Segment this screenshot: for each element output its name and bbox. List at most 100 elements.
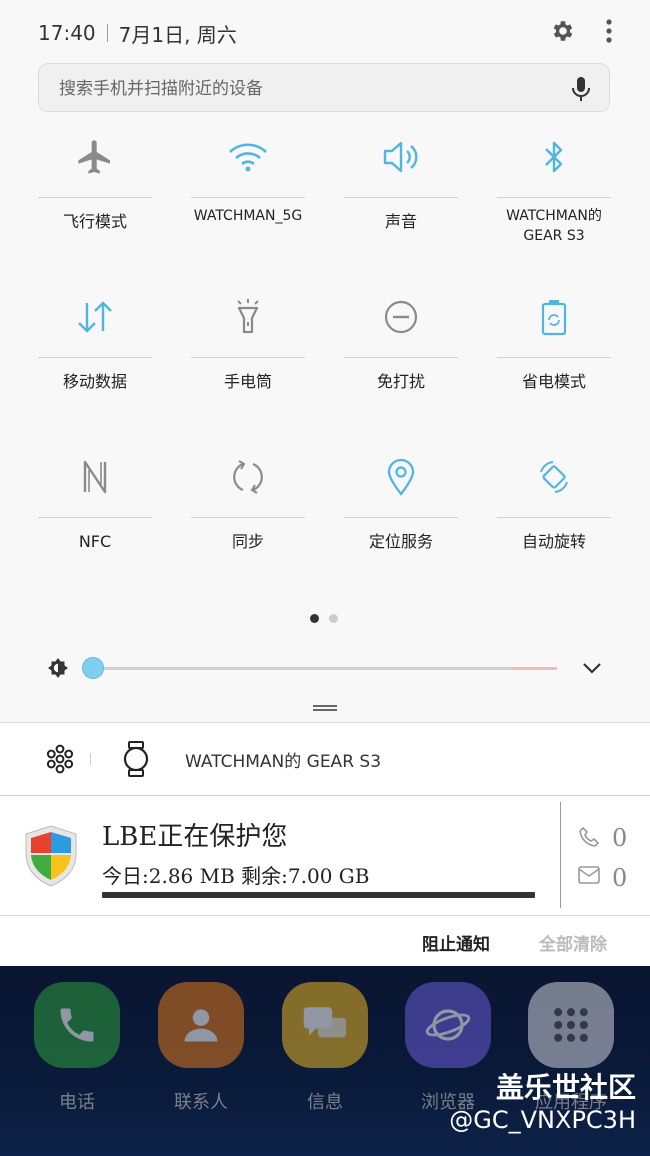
lbe-divider bbox=[560, 802, 561, 908]
battery-saver-icon bbox=[497, 280, 611, 354]
browser-icon bbox=[405, 982, 491, 1068]
brightness-control bbox=[0, 640, 650, 696]
brightness-slider-track[interactable] bbox=[92, 667, 557, 670]
clear-all-button[interactable]: 全部清除 bbox=[539, 930, 607, 955]
date: 7月1日, 周六 bbox=[118, 22, 237, 47]
tile-divider bbox=[191, 197, 305, 198]
lbe-notification[interactable]: LBE正在保护您 今日:2.86 MB 剩余:7.00 GB 0 0 bbox=[0, 796, 650, 916]
tile-label: 自动旋转 bbox=[521, 532, 586, 551]
tile-divider bbox=[344, 357, 458, 358]
data-usage-bar bbox=[102, 892, 535, 898]
tile-label: WATCHMAN_5G bbox=[193, 208, 303, 224]
auto-rotate-icon bbox=[497, 440, 611, 514]
device-search-bar[interactable] bbox=[38, 63, 610, 113]
app-label: 信息 bbox=[307, 1092, 343, 1113]
tile-label: 同步 bbox=[231, 532, 264, 551]
tile-divider bbox=[38, 197, 152, 198]
location-icon bbox=[344, 440, 458, 514]
drag-handle[interactable] bbox=[313, 705, 337, 711]
dock-app-messages[interactable]: 信息 bbox=[281, 982, 369, 1114]
watermark-handle: @GC_VNXPC3H bbox=[449, 1106, 636, 1134]
home-screen-dock: 电话 联系人 信息 浏览器 应用程序 盖乐世社区 @GC_VNXPC3H bbox=[0, 966, 650, 1156]
messages-icon bbox=[282, 982, 368, 1068]
status-bar: 17:40 7月1日, 周六 bbox=[38, 18, 612, 48]
bluetooth-icon bbox=[497, 120, 611, 194]
page-dot-active[interactable] bbox=[310, 614, 319, 623]
notification-area: WATCHMAN的 GEAR S3 LBE正在保护您 今日:2.86 MB 剩余… bbox=[0, 722, 650, 966]
tile-label: WATCHMAN的 GEAR S3 bbox=[506, 208, 602, 244]
tile-airplane-mode[interactable]: 飞行模式 bbox=[38, 120, 152, 270]
watch-icon bbox=[122, 741, 150, 781]
sync-icon bbox=[191, 440, 305, 514]
tile-divider bbox=[497, 197, 611, 198]
tile-divider bbox=[344, 197, 458, 198]
tile-nfc[interactable]: NFC bbox=[38, 440, 152, 590]
tile-location[interactable]: 定位服务 bbox=[344, 440, 458, 590]
microphone-icon[interactable] bbox=[571, 76, 591, 106]
tile-divider bbox=[497, 517, 611, 518]
airplane-icon bbox=[38, 120, 152, 194]
brightness-slider-limit bbox=[512, 667, 557, 670]
tile-label: 免打扰 bbox=[376, 372, 425, 391]
sms-icon bbox=[578, 866, 600, 890]
search-input[interactable] bbox=[57, 64, 541, 113]
speaker-icon bbox=[344, 120, 458, 194]
call-log-icon bbox=[578, 826, 600, 852]
app-label: 联系人 bbox=[174, 1092, 228, 1113]
mobile-data-icon bbox=[38, 280, 152, 354]
notification-divider bbox=[90, 753, 91, 765]
status-divider bbox=[106, 24, 108, 42]
dock-app-phone[interactable]: 电话 bbox=[33, 982, 121, 1114]
contacts-icon bbox=[158, 982, 244, 1068]
tile-label: 声音 bbox=[384, 212, 417, 231]
notification-actions: 阻止通知 全部清除 bbox=[0, 916, 650, 966]
brightness-icon bbox=[46, 656, 70, 684]
shield-icon bbox=[22, 824, 80, 892]
wearable-notification[interactable]: WATCHMAN的 GEAR S3 bbox=[0, 722, 650, 796]
tile-label: 定位服务 bbox=[368, 532, 433, 551]
tile-flashlight[interactable]: 手电筒 bbox=[191, 280, 305, 430]
tile-bluetooth[interactable]: WATCHMAN的 GEAR S3 bbox=[497, 120, 611, 270]
lbe-title: LBE正在保护您 bbox=[102, 822, 288, 852]
sms-count: 0 bbox=[612, 864, 628, 892]
dock-app-browser[interactable]: 浏览器 bbox=[404, 982, 492, 1114]
tile-label: NFC bbox=[78, 532, 112, 551]
apps-icon bbox=[528, 982, 614, 1068]
gear-manager-icon bbox=[45, 744, 75, 778]
call-count: 0 bbox=[612, 824, 628, 852]
lbe-data-usage: 今日:2.86 MB 剩余:7.00 GB bbox=[102, 864, 370, 888]
tile-mobile-data[interactable]: 移动数据 bbox=[38, 280, 152, 430]
do-not-disturb-icon bbox=[344, 280, 458, 354]
clock: 17:40 bbox=[38, 21, 96, 45]
tile-divider bbox=[38, 517, 152, 518]
tile-divider bbox=[497, 357, 611, 358]
tile-divider bbox=[191, 517, 305, 518]
dock-app-contacts[interactable]: 联系人 bbox=[157, 982, 245, 1114]
tile-divider bbox=[344, 517, 458, 518]
tile-do-not-disturb[interactable]: 免打扰 bbox=[344, 280, 458, 430]
tile-power-saving[interactable]: 省电模式 bbox=[497, 280, 611, 430]
flashlight-icon bbox=[191, 280, 305, 354]
tile-sound[interactable]: 声音 bbox=[344, 120, 458, 270]
wearable-device-name: WATCHMAN的 GEAR S3 bbox=[185, 752, 382, 772]
watermark-site: 盖乐世社区 bbox=[495, 1071, 636, 1104]
tile-auto-rotate[interactable]: 自动旋转 bbox=[497, 440, 611, 590]
tile-wifi[interactable]: WATCHMAN_5G bbox=[191, 120, 305, 270]
phone-icon bbox=[34, 982, 120, 1068]
tile-divider bbox=[191, 357, 305, 358]
page-dot[interactable] bbox=[329, 614, 338, 623]
app-label: 电话 bbox=[59, 1092, 95, 1113]
page-indicator bbox=[310, 614, 338, 623]
gear-icon[interactable] bbox=[550, 18, 576, 49]
chevron-down-icon[interactable] bbox=[582, 660, 602, 679]
quick-settings-panel: 17:40 7月1日, 周六 飞行模式 WATCHMAN_5G bbox=[0, 0, 650, 722]
brightness-slider-thumb[interactable] bbox=[82, 657, 104, 679]
nfc-icon bbox=[38, 440, 152, 514]
tile-sync[interactable]: 同步 bbox=[191, 440, 305, 590]
more-options-icon[interactable] bbox=[606, 18, 612, 48]
tile-label: 飞行模式 bbox=[62, 212, 127, 231]
tile-divider bbox=[38, 357, 152, 358]
tile-label: 省电模式 bbox=[521, 372, 586, 391]
wifi-icon bbox=[191, 120, 305, 194]
block-notifications-button[interactable]: 阻止通知 bbox=[422, 930, 490, 955]
